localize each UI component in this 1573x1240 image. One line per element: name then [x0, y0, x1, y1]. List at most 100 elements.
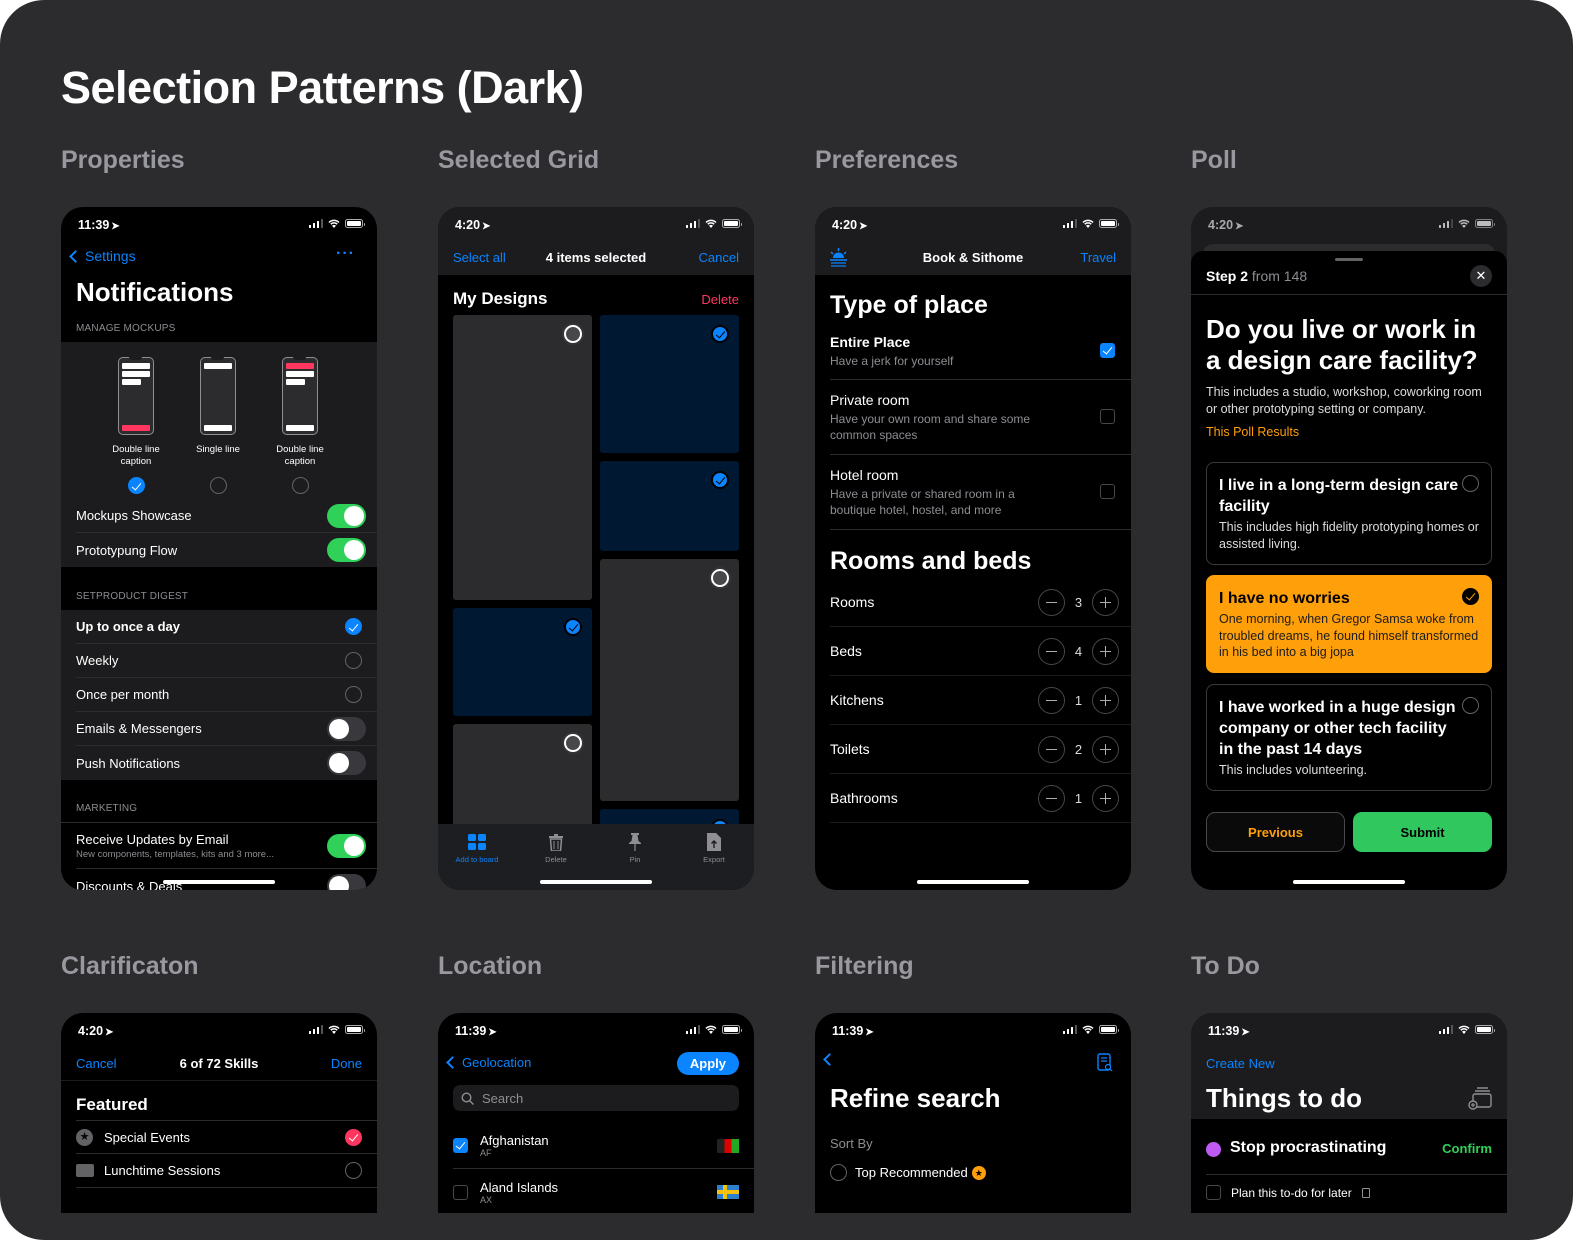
- country-row[interactable]: Afghanistan AF: [453, 1123, 754, 1169]
- checkbox[interactable]: [1206, 1185, 1221, 1200]
- minus-button[interactable]: [1038, 637, 1065, 665]
- close-icon[interactable]: ✕: [1470, 265, 1492, 287]
- done-button[interactable]: Done: [331, 1056, 362, 1071]
- poll-option-selected[interactable]: I have no worries One morning, when Grego…: [1206, 575, 1492, 673]
- skill-row[interactable]: Lunchtime Sessions: [76, 1154, 377, 1188]
- cancel-button[interactable]: Cancel: [699, 250, 739, 265]
- checkmark-selected-icon[interactable]: [564, 618, 582, 636]
- more-icon[interactable]: ···: [336, 245, 355, 263]
- poll-results-link[interactable]: This Poll Results: [1206, 425, 1299, 439]
- grid-icon: [447, 832, 507, 852]
- poll-option[interactable]: I live in a long-term design care facili…: [1206, 462, 1492, 565]
- mockup-radio[interactable]: [292, 477, 309, 494]
- search-input[interactable]: Search: [453, 1085, 739, 1111]
- tab-pin[interactable]: Pin: [605, 832, 665, 864]
- things-to-do-title: Things to do: [1206, 1083, 1362, 1113]
- create-new-link[interactable]: Create New: [1206, 1056, 1275, 1071]
- counter-label: Beds: [830, 643, 862, 659]
- design-tile-selected[interactable]: [453, 608, 592, 716]
- selection-circle-icon[interactable]: [711, 569, 729, 587]
- selection-circle-icon[interactable]: [564, 734, 582, 752]
- row-text: Receive Updates by Email New components, …: [76, 832, 327, 860]
- radio[interactable]: [345, 686, 362, 703]
- toggle-switch-off[interactable]: [327, 751, 366, 775]
- my-designs-heading: My Designs: [453, 289, 548, 308]
- previous-button[interactable]: Previous: [1206, 812, 1345, 852]
- design-tile[interactable]: [600, 559, 739, 801]
- selection-circle-icon[interactable]: [564, 325, 582, 343]
- poll-option[interactable]: I have worked in a huge design company o…: [1206, 684, 1492, 791]
- counter-value: 1: [1074, 692, 1083, 708]
- back-button[interactable]: Settings: [69, 248, 136, 264]
- radio[interactable]: [345, 652, 362, 669]
- checkbox[interactable]: [1100, 409, 1115, 424]
- back-label: Settings: [85, 248, 136, 264]
- plus-button[interactable]: [1092, 784, 1119, 812]
- place-option[interactable]: Hotel room Have a private or shared room …: [830, 467, 1131, 530]
- checkbox-checked[interactable]: [1100, 343, 1115, 358]
- subtask-row[interactable]: Plan this to-do for later: [1206, 1185, 1370, 1200]
- sort-option[interactable]: Top Recommended ★: [830, 1164, 986, 1181]
- radio[interactable]: [1462, 475, 1479, 492]
- radio[interactable]: [345, 1162, 362, 1179]
- back-button[interactable]: Geolocation: [446, 1055, 531, 1070]
- minus-button[interactable]: [1038, 588, 1065, 616]
- status-bar: 11:39 ➤: [1191, 1013, 1507, 1047]
- radio-row[interactable]: Weekly: [76, 644, 377, 678]
- design-tile-selected[interactable]: [600, 461, 739, 551]
- plus-button[interactable]: [1092, 735, 1119, 763]
- mockup-preview-1[interactable]: [118, 357, 154, 435]
- radio-selected[interactable]: [345, 618, 362, 635]
- mockup-caption: Double line caption: [112, 444, 160, 467]
- radio-row[interactable]: Once per month: [76, 678, 377, 712]
- minus-button[interactable]: [1038, 686, 1065, 714]
- minus-button[interactable]: [1038, 784, 1065, 812]
- sheet-grabber[interactable]: [1335, 258, 1363, 261]
- checkbox[interactable]: [1100, 484, 1115, 499]
- plus-button[interactable]: [1092, 686, 1119, 714]
- design-tile-selected[interactable]: [600, 315, 739, 453]
- toggle-switch-on[interactable]: [327, 503, 366, 528]
- submit-button[interactable]: Submit: [1353, 812, 1492, 852]
- radio-row[interactable]: Up to once a day: [76, 610, 377, 644]
- radio-selected[interactable]: [345, 1128, 362, 1146]
- add-stack-icon[interactable]: [1468, 1086, 1492, 1115]
- tab-add-to-board[interactable]: Add to board: [447, 832, 507, 864]
- toggle-switch-on[interactable]: [327, 833, 366, 858]
- minus-button[interactable]: [1038, 735, 1065, 763]
- country-row[interactable]: Aland Islands AX: [453, 1169, 754, 1213]
- document-search-icon[interactable]: [1097, 1053, 1113, 1078]
- checkmark-selected-icon[interactable]: [711, 325, 729, 343]
- design-tile[interactable]: [453, 315, 592, 600]
- toggle-switch-off[interactable]: [327, 716, 366, 741]
- checkmark-selected-icon[interactable]: [711, 471, 729, 489]
- radio[interactable]: [830, 1164, 847, 1181]
- row-label: Weekly: [76, 653, 119, 668]
- mockup-preview-2[interactable]: [200, 357, 236, 435]
- radio-selected[interactable]: [1462, 588, 1479, 605]
- skill-row[interactable]: ★ Special Events: [76, 1120, 377, 1154]
- checkbox-checked[interactable]: [453, 1138, 468, 1153]
- checkbox[interactable]: [453, 1184, 468, 1200]
- tab-delete[interactable]: Delete: [526, 832, 586, 864]
- confirm-button[interactable]: Confirm: [1442, 1141, 1492, 1156]
- back-button[interactable]: [823, 1053, 836, 1066]
- mockup-radio-selected[interactable]: [128, 477, 145, 494]
- mockup-preview-3[interactable]: [282, 357, 318, 435]
- toggle-switch-off[interactable]: [327, 874, 366, 890]
- wifi-icon: [705, 219, 717, 228]
- place-option[interactable]: Private room Have your own room and share…: [830, 392, 1131, 455]
- place-option[interactable]: Entire Place Have a jerk for yourself: [830, 334, 1131, 380]
- radio[interactable]: [1462, 697, 1479, 714]
- plus-button[interactable]: [1092, 637, 1119, 665]
- row-label: Mockups Showcase: [76, 508, 192, 523]
- apply-button[interactable]: Apply: [676, 1052, 739, 1075]
- toggle-switch-on[interactable]: [327, 538, 366, 562]
- travel-link[interactable]: Travel: [1080, 250, 1116, 265]
- tab-export[interactable]: Export: [684, 832, 744, 864]
- signal-icon: [308, 1025, 323, 1034]
- option-subtitle: Have a jerk for yourself: [830, 354, 954, 368]
- mockup-radio[interactable]: [210, 477, 227, 494]
- delete-link[interactable]: Delete: [701, 292, 739, 307]
- plus-button[interactable]: [1092, 588, 1119, 616]
